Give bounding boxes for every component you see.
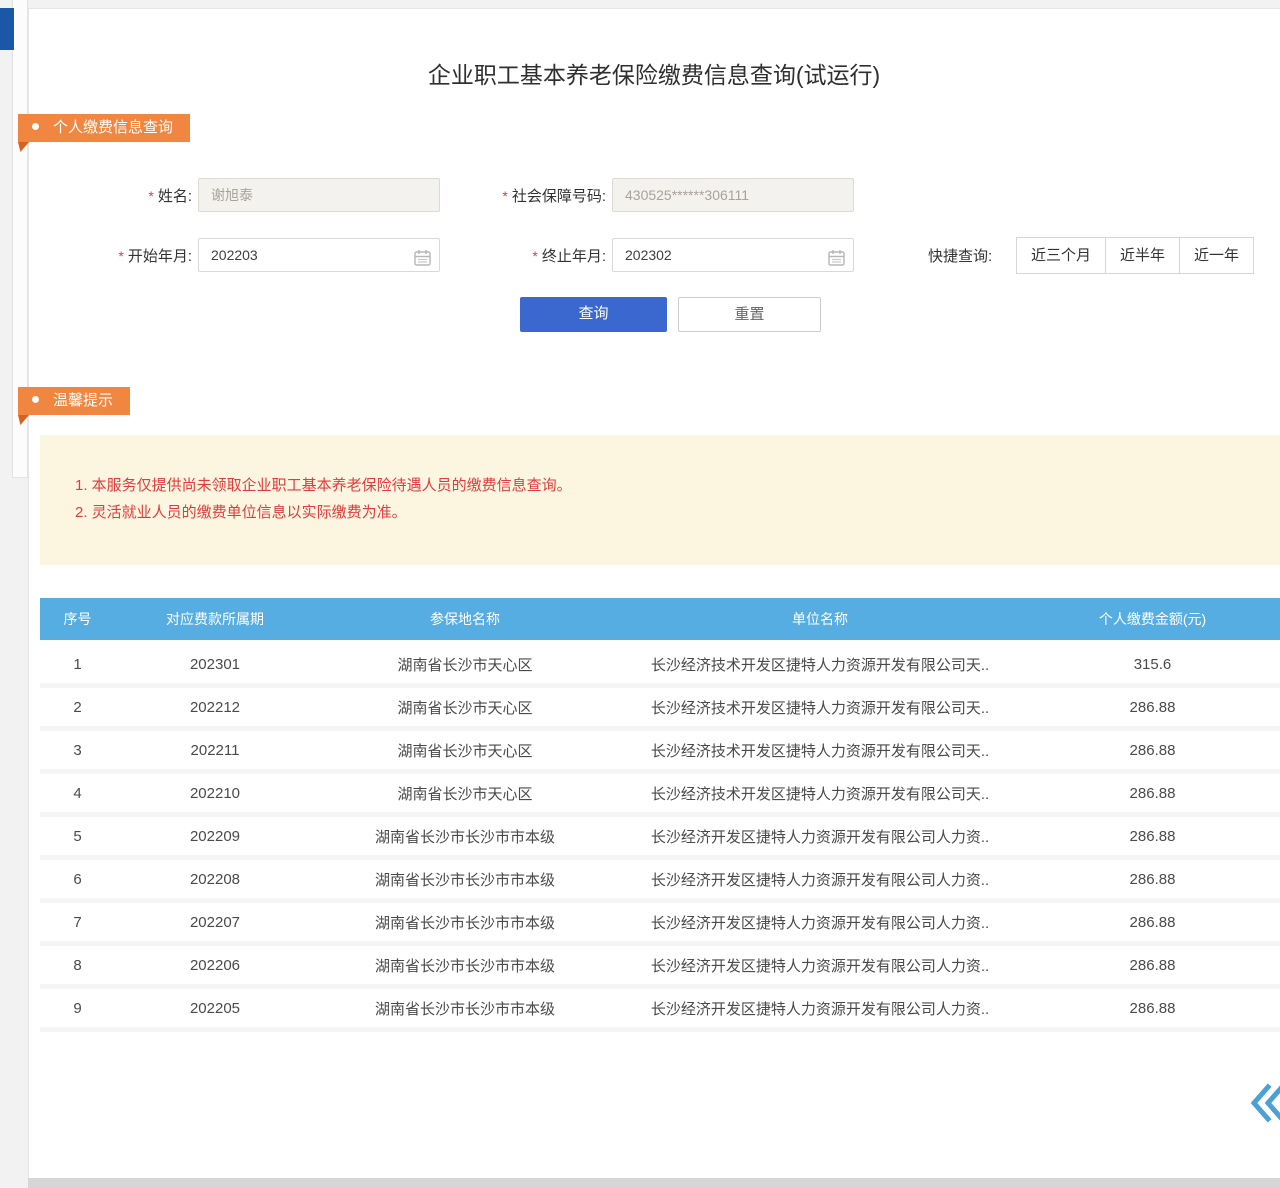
sidebar-collapsed-tab[interactable] xyxy=(0,8,14,50)
cell-region: 湖南省长沙市长沙市市本级 xyxy=(315,817,615,855)
cell-company: 长沙经济开发区捷特人力资源开发有限公司人力资.. xyxy=(615,903,1025,941)
cell-period: 202205 xyxy=(115,989,315,1027)
table-header-row: 序号 对应费款所属期 参保地名称 单位名称 个人缴费金额(元) xyxy=(40,598,1280,640)
cell-amount: 286.88 xyxy=(1025,946,1280,984)
cell-region: 湖南省长沙市长沙市市本级 xyxy=(315,903,615,941)
end-month-label: *终止年月: xyxy=(450,246,606,267)
quick-query-label: 快捷查询: xyxy=(928,247,992,267)
cell-index: 5 xyxy=(40,817,115,855)
required-mark: * xyxy=(532,248,537,264)
cell-index: 8 xyxy=(40,946,115,984)
cell-amount: 286.88 xyxy=(1025,989,1280,1027)
bullet-icon xyxy=(32,123,39,130)
reset-button[interactable]: 重置 xyxy=(678,297,821,332)
cell-amount: 286.88 xyxy=(1025,903,1280,941)
table-row: 7 202207 湖南省长沙市长沙市市本级 长沙经济开发区捷特人力资源开发有限公… xyxy=(40,903,1280,946)
cell-amount: 286.88 xyxy=(1025,688,1280,726)
quick-query-group: 近三个月 近半年 近一年 xyxy=(1017,237,1254,274)
cell-company: 长沙经济开发区捷特人力资源开发有限公司人力资.. xyxy=(615,989,1025,1027)
cell-region: 湖南省长沙市天心区 xyxy=(315,645,615,683)
cell-amount: 286.88 xyxy=(1025,817,1280,855)
table-body: 1 202301 湖南省长沙市天心区 长沙经济技术开发区捷特人力资源开发有限公司… xyxy=(40,645,1280,1032)
ssn-label: *社会保障号码: xyxy=(450,186,606,207)
cell-amount: 286.88 xyxy=(1025,860,1280,898)
header-index: 序号 xyxy=(40,598,115,640)
cell-region: 湖南省长沙市长沙市市本级 xyxy=(315,989,615,1027)
name-input: 谢旭泰 xyxy=(198,178,440,212)
section-label: 个人缴费信息查询 xyxy=(53,119,173,136)
cell-region: 湖南省长沙市天心区 xyxy=(315,688,615,726)
cell-period: 202209 xyxy=(115,817,315,855)
cell-period: 202207 xyxy=(115,903,315,941)
quick-query-halfyear-button[interactable]: 近半年 xyxy=(1105,237,1180,274)
section-header-personal-payment-query: 个人缴费信息查询 xyxy=(18,114,190,142)
table-row: 9 202205 湖南省长沙市长沙市市本级 长沙经济开发区捷特人力资源开发有限公… xyxy=(40,989,1280,1032)
cell-region: 湖南省长沙市天心区 xyxy=(315,731,615,769)
table-row: 4 202210 湖南省长沙市天心区 长沙经济技术开发区捷特人力资源开发有限公司… xyxy=(40,774,1280,817)
cell-company: 长沙经济开发区捷特人力资源开发有限公司人力资.. xyxy=(615,817,1025,855)
required-mark: * xyxy=(502,188,507,204)
collapse-chevron-icon[interactable] xyxy=(1250,1083,1280,1123)
tips-notice-box: 1. 本服务仅提供尚未领取企业职工基本养老保险待遇人员的缴费信息查询。 2. 灵… xyxy=(40,435,1280,565)
end-month-input[interactable]: 202302 xyxy=(612,238,854,272)
cell-company: 长沙经济开发区捷特人力资源开发有限公司人力资.. xyxy=(615,860,1025,898)
ssn-input: 430525******306111 xyxy=(612,178,854,212)
cell-index: 3 xyxy=(40,731,115,769)
required-mark: * xyxy=(148,188,153,204)
cell-region: 湖南省长沙市天心区 xyxy=(315,774,615,812)
cell-period: 202301 xyxy=(115,645,315,683)
cell-region: 湖南省长沙市长沙市市本级 xyxy=(315,946,615,984)
quick-query-1year-button[interactable]: 近一年 xyxy=(1179,237,1254,274)
cell-company: 长沙经济技术开发区捷特人力资源开发有限公司天.. xyxy=(615,731,1025,769)
cell-amount: 286.88 xyxy=(1025,731,1280,769)
table-row: 2 202212 湖南省长沙市天心区 长沙经济技术开发区捷特人力资源开发有限公司… xyxy=(40,688,1280,731)
page-title: 企业职工基本养老保险缴费信息查询(试运行) xyxy=(28,56,1280,90)
tip-line: 1. 本服务仅提供尚未领取企业职工基本养老保险待遇人员的缴费信息查询。 xyxy=(75,473,1280,498)
required-mark: * xyxy=(118,248,123,264)
header-amount: 个人缴费金额(元) xyxy=(1025,598,1280,640)
horizontal-scrollbar[interactable] xyxy=(28,1178,1280,1188)
page: 企业职工基本养老保险缴费信息查询(试运行) 个人缴费信息查询 *姓名: 谢旭泰 … xyxy=(0,0,1280,1188)
table-row: 5 202209 湖南省长沙市长沙市市本级 长沙经济开发区捷特人力资源开发有限公… xyxy=(40,817,1280,860)
table-row: 8 202206 湖南省长沙市长沙市市本级 长沙经济开发区捷特人力资源开发有限公… xyxy=(40,946,1280,989)
tip-line: 2. 灵活就业人员的缴费单位信息以实际缴费为准。 xyxy=(75,500,1280,525)
section-header-tips: 温馨提示 xyxy=(18,387,130,415)
section-label: 温馨提示 xyxy=(53,392,113,409)
query-button[interactable]: 查询 xyxy=(520,297,667,332)
payment-table: 序号 对应费款所属期 参保地名称 单位名称 个人缴费金额(元) 1 202301… xyxy=(40,598,1280,1032)
header-period: 对应费款所属期 xyxy=(115,598,315,640)
calendar-icon[interactable] xyxy=(413,246,432,278)
table-row: 3 202211 湖南省长沙市天心区 长沙经济技术开发区捷特人力资源开发有限公司… xyxy=(40,731,1280,774)
quick-query-3months-button[interactable]: 近三个月 xyxy=(1016,237,1106,274)
cell-region: 湖南省长沙市长沙市市本级 xyxy=(315,860,615,898)
table-row: 6 202208 湖南省长沙市长沙市市本级 长沙经济开发区捷特人力资源开发有限公… xyxy=(40,860,1280,903)
bullet-icon xyxy=(32,396,39,403)
header-company: 单位名称 xyxy=(615,598,1025,640)
cell-period: 202212 xyxy=(115,688,315,726)
cell-index: 4 xyxy=(40,774,115,812)
cell-period: 202206 xyxy=(115,946,315,984)
cell-amount: 315.6 xyxy=(1025,645,1280,683)
cell-period: 202208 xyxy=(115,860,315,898)
cell-company: 长沙经济技术开发区捷特人力资源开发有限公司天.. xyxy=(615,645,1025,683)
cell-amount: 286.88 xyxy=(1025,774,1280,812)
cell-company: 长沙经济技术开发区捷特人力资源开发有限公司天.. xyxy=(615,688,1025,726)
table-row: 1 202301 湖南省长沙市天心区 长沙经济技术开发区捷特人力资源开发有限公司… xyxy=(40,645,1280,688)
header-region: 参保地名称 xyxy=(315,598,615,640)
cell-period: 202210 xyxy=(115,774,315,812)
cell-index: 7 xyxy=(40,903,115,941)
cell-period: 202211 xyxy=(115,731,315,769)
start-month-input[interactable]: 202203 xyxy=(198,238,440,272)
start-month-label: *开始年月: xyxy=(80,246,192,267)
cell-index: 6 xyxy=(40,860,115,898)
calendar-icon[interactable] xyxy=(827,246,846,278)
cell-index: 1 xyxy=(40,645,115,683)
cell-index: 9 xyxy=(40,989,115,1027)
cell-index: 2 xyxy=(40,688,115,726)
cell-company: 长沙经济开发区捷特人力资源开发有限公司人力资.. xyxy=(615,946,1025,984)
name-label: *姓名: xyxy=(80,186,192,207)
cell-company: 长沙经济技术开发区捷特人力资源开发有限公司天.. xyxy=(615,774,1025,812)
